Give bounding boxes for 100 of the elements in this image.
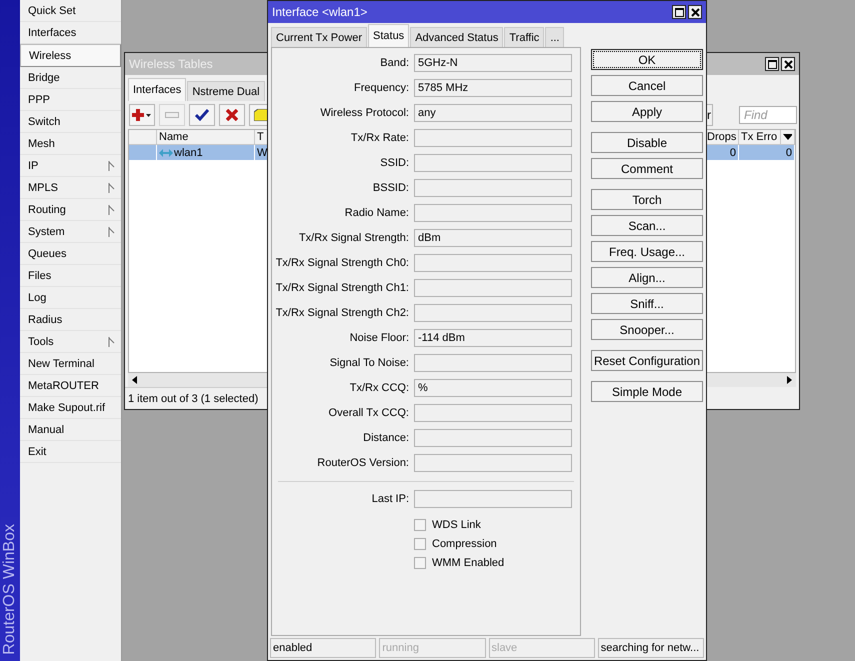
dialog-button[interactable]: Simple Mode [591, 381, 703, 402]
brand-label: RouterOS WinBox [1, 524, 19, 655]
dialog-button[interactable]: Snooper... [591, 319, 703, 340]
status-cell: searching for netw... [598, 638, 704, 658]
dialog-button[interactable]: Freq. Usage... [591, 241, 703, 262]
menu-item-label: Radius [28, 314, 62, 326]
menu-item[interactable]: Mesh [20, 133, 121, 155]
menu-item[interactable]: IP [20, 155, 121, 177]
field-label: Signal To Noise: [330, 356, 409, 370]
column-header[interactable]: Drops [705, 130, 739, 145]
checkbox[interactable] [414, 518, 426, 530]
menu-item[interactable]: Log [20, 287, 121, 309]
minus-icon [165, 112, 179, 118]
value-field: 5785 MHz [414, 79, 572, 97]
menu-item-label: Mesh [28, 138, 55, 150]
field-label: BSSID: [372, 181, 409, 195]
menu-item[interactable]: Switch [20, 111, 121, 133]
interface-icon [159, 148, 173, 158]
dialog-button[interactable]: Reset Configuration [591, 350, 703, 371]
dialog-button[interactable]: Align... [591, 267, 703, 288]
tab[interactable]: Advanced Status [410, 27, 504, 47]
menu-item-label: Switch [28, 116, 60, 128]
menu-item-label: New Terminal [28, 358, 94, 370]
menu-item[interactable]: Manual [20, 419, 121, 441]
tab[interactable]: Traffic [504, 27, 544, 47]
field-label: RouterOS Version: [317, 456, 409, 470]
menu-item-label: Exit [28, 446, 46, 458]
menu-item-label: Queues [28, 248, 67, 260]
toolbar-button[interactable] [249, 104, 268, 126]
dialog-button[interactable]: Cancel [591, 75, 703, 96]
dialog-button[interactable]: Comment [591, 158, 703, 179]
value-field: 5GHz-N [414, 54, 572, 72]
menu-item[interactable]: Make Supout.rif [20, 397, 121, 419]
dialog-button[interactable]: Scan... [591, 215, 703, 236]
field-label: Tx/Rx CCQ: [350, 381, 409, 395]
toolbar-button[interactable] [189, 104, 215, 126]
close-button[interactable] [781, 57, 795, 71]
dialog-button[interactable]: Disable [591, 132, 703, 153]
menu-item-label: Tools [28, 336, 54, 348]
tab[interactable]: Nstreme Dual [187, 81, 265, 101]
menu-item-label: System [28, 226, 65, 238]
menu-item[interactable]: Exit [20, 441, 121, 463]
menu-item[interactable]: Routing [20, 199, 121, 221]
checkbox-label: Compression [432, 538, 497, 550]
menu-item[interactable]: Quick Set [20, 0, 121, 22]
dialog-button[interactable]: Sniff... [591, 293, 703, 314]
tab[interactable]: Interfaces [128, 78, 186, 101]
status-text: 1 item out of 3 (1 selected) [128, 392, 258, 404]
menu-item[interactable]: Bridge [20, 67, 121, 89]
dialog-button[interactable]: Apply [591, 101, 703, 122]
field-label: SSID: [380, 156, 409, 170]
menu-item-label: Quick Set [28, 4, 76, 16]
menu-item[interactable]: Radius [20, 309, 121, 331]
field-label: Tx/Rx Rate: [350, 131, 409, 145]
dialog-button[interactable]: Torch [591, 189, 703, 210]
menu-item[interactable]: MetaROUTER [20, 375, 121, 397]
close-button[interactable] [688, 5, 702, 19]
menu-item[interactable]: Wireless [20, 44, 121, 67]
field-label: Last IP: [372, 492, 409, 506]
tab[interactable]: ... [545, 27, 564, 47]
column-header[interactable]: T [255, 130, 268, 145]
menu-item-label: Manual [28, 424, 64, 436]
menu-item-label: Files [28, 270, 52, 282]
field-label: Noise Floor: [350, 331, 409, 345]
value-field: -114 dBm [414, 329, 572, 347]
field-label: Tx/Rx Signal Strength Ch2: [276, 306, 409, 320]
note-icon [254, 109, 268, 121]
menu-item-label: Routing [28, 204, 66, 216]
status-cell: slave [488, 638, 595, 658]
checkbox-label: WDS Link [432, 518, 481, 530]
menu-item-label: MPLS [28, 182, 58, 194]
menu-item[interactable]: MPLS [20, 177, 121, 199]
cross-icon [226, 109, 238, 121]
field-label: Overall Tx CCQ: [328, 406, 409, 420]
maximize-button[interactable] [765, 57, 779, 71]
status-cell: enabled [270, 638, 376, 658]
menu-item[interactable]: Queues [20, 243, 121, 265]
value-field: % [414, 379, 572, 397]
column-header[interactable]: Name [157, 130, 255, 145]
menu-item-label: Interfaces [28, 26, 76, 38]
menu-item[interactable]: System [20, 221, 121, 243]
tab[interactable]: Current Tx Power [271, 27, 367, 47]
checkbox[interactable] [414, 538, 426, 550]
field-label: Tx/Rx Signal Strength: [298, 231, 409, 245]
value-field: dBm [414, 229, 572, 247]
checkbox[interactable] [414, 556, 426, 568]
menu-item[interactable]: Tools [20, 331, 121, 353]
table-row[interactable]: wlan1 W [129, 145, 268, 160]
menu-item[interactable]: PPP [20, 89, 121, 111]
tab[interactable]: Status [368, 24, 410, 47]
maximize-button[interactable] [672, 5, 686, 19]
field-label: Band: [380, 56, 409, 70]
dialog-button[interactable]: OK [591, 49, 703, 70]
column-menu-button[interactable] [781, 130, 795, 145]
menu-item[interactable]: Files [20, 265, 121, 287]
find-field[interactable]: Find [739, 106, 797, 124]
status-cell: running [379, 638, 486, 658]
column-header[interactable]: Tx Erro [739, 130, 781, 145]
menu-item[interactable]: New Terminal [20, 353, 121, 375]
field-label: Tx/Rx Signal Strength Ch1: [276, 281, 409, 295]
